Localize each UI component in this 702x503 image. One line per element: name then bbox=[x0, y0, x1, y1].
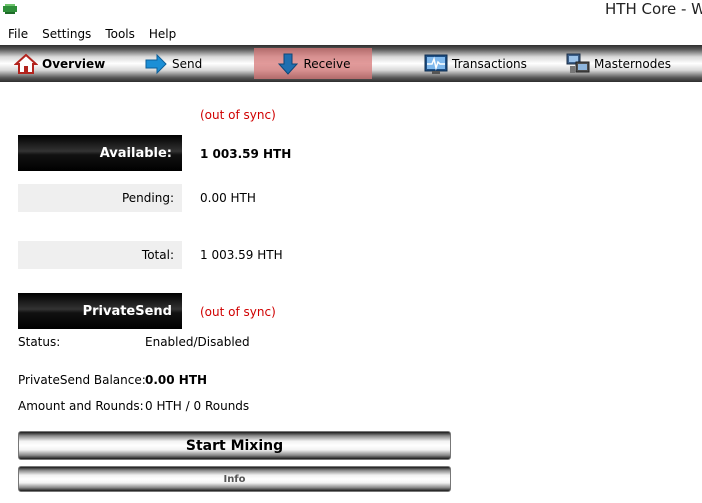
privatesend-out-of-sync-warning[interactable]: (out of sync) bbox=[200, 305, 276, 319]
menu-settings[interactable]: Settings bbox=[42, 27, 91, 41]
menu-bar: File Settings Tools Help bbox=[0, 24, 702, 44]
pending-label: Pending: bbox=[18, 184, 182, 212]
tab-transactions[interactable]: Transactions bbox=[424, 48, 544, 79]
available-label: Available: bbox=[18, 135, 182, 171]
available-value: 1 003.59 HTH bbox=[200, 147, 292, 161]
masternodes-icon bbox=[566, 53, 590, 75]
tab-transactions-label: Transactions bbox=[452, 56, 527, 71]
privatesend-status-label: Status: bbox=[18, 335, 61, 349]
window-title: HTH Core - W bbox=[605, 0, 702, 18]
balances-out-of-sync-warning[interactable]: (out of sync) bbox=[200, 108, 276, 122]
start-mixing-button[interactable]: Start Mixing bbox=[18, 431, 451, 460]
tab-masternodes-label: Masternodes bbox=[594, 56, 671, 71]
privatesend-header: PrivateSend bbox=[18, 293, 182, 329]
send-arrow-icon bbox=[144, 53, 168, 75]
tab-receive-label: Receive bbox=[303, 56, 351, 71]
tab-overview-label: Overview bbox=[42, 56, 106, 71]
pending-value: 0.00 HTH bbox=[200, 191, 256, 205]
tab-send[interactable]: Send bbox=[144, 48, 244, 79]
menu-file[interactable]: File bbox=[8, 27, 28, 41]
privatesend-status-value: Enabled/Disabled bbox=[145, 335, 250, 349]
privatesend-balance-value: 0.00 HTH bbox=[145, 373, 208, 387]
tab-send-label: Send bbox=[172, 56, 203, 71]
privatesend-balance-label: PrivateSend Balance: bbox=[18, 373, 146, 387]
title-bar: HTH Core - W bbox=[0, 0, 702, 22]
tab-masternodes[interactable]: Masternodes bbox=[566, 48, 686, 79]
amount-rounds-value: 0 HTH / 0 Rounds bbox=[145, 399, 250, 413]
home-icon bbox=[14, 53, 38, 75]
amount-rounds-label: Amount and Rounds: bbox=[18, 399, 144, 413]
main-toolbar: Overview Send Receive Transactions Maste… bbox=[0, 45, 702, 82]
menu-help[interactable]: Help bbox=[149, 27, 176, 41]
transactions-icon bbox=[424, 53, 448, 75]
tab-overview[interactable]: Overview bbox=[14, 48, 122, 79]
receive-arrow-icon bbox=[276, 53, 300, 75]
total-label: Total: bbox=[18, 241, 182, 269]
total-value: 1 003.59 HTH bbox=[200, 248, 283, 262]
app-logo-icon bbox=[3, 4, 17, 14]
tab-receive[interactable]: Receive bbox=[254, 48, 372, 79]
info-button[interactable]: Info bbox=[18, 466, 451, 492]
menu-tools[interactable]: Tools bbox=[105, 27, 135, 41]
